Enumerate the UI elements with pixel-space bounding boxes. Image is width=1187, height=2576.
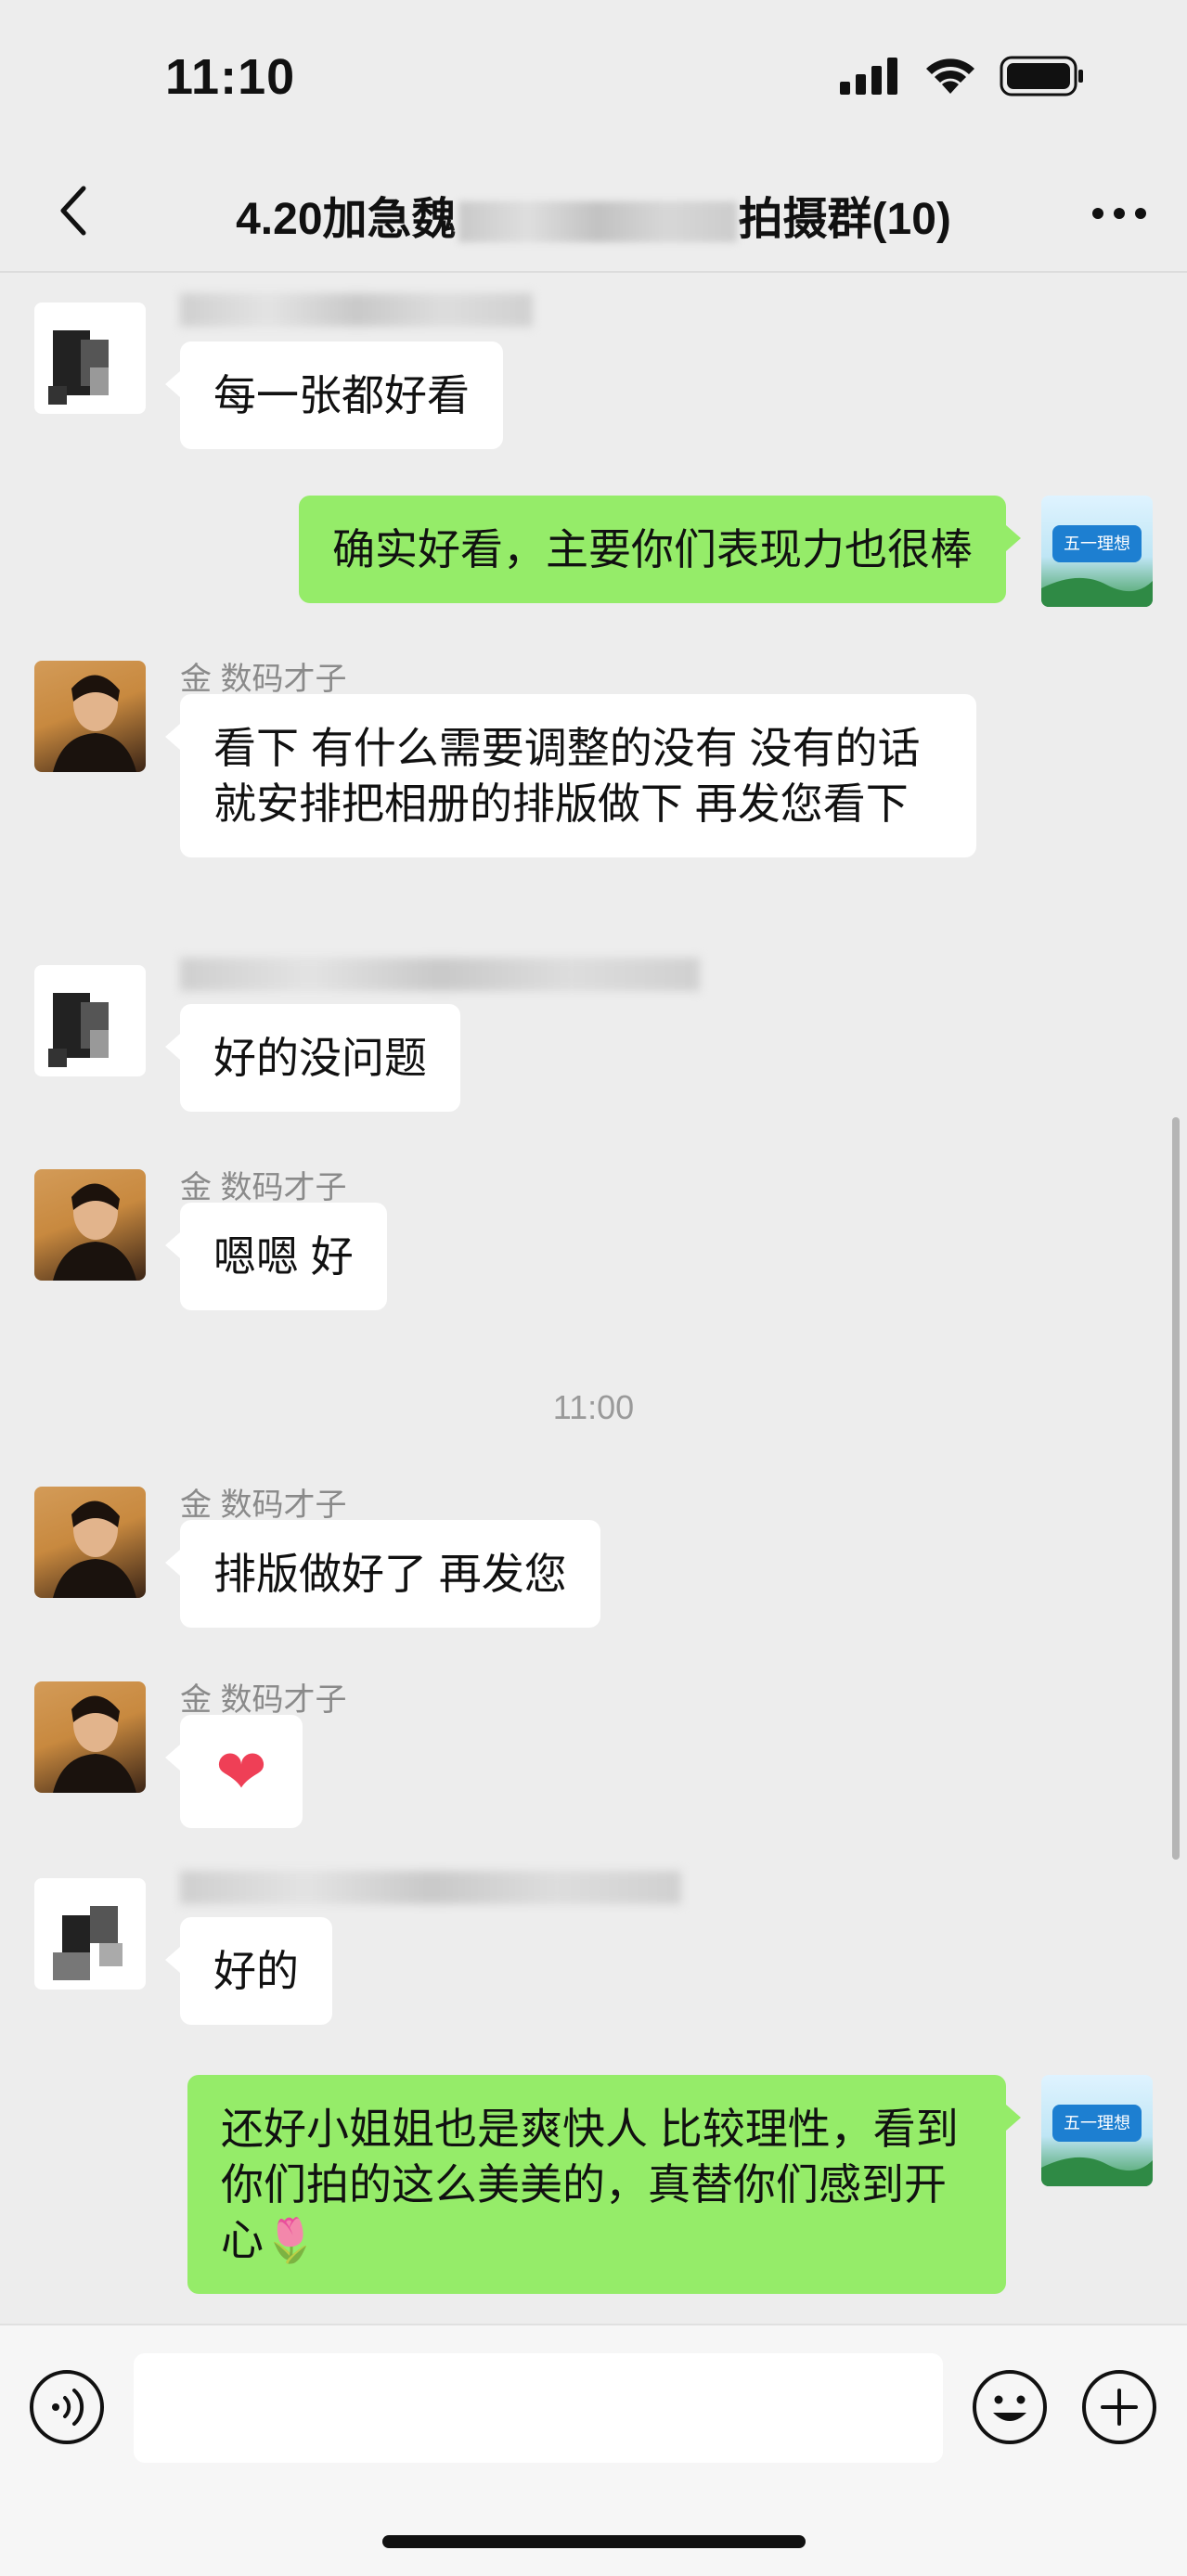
message-bubble[interactable]: 排版做好了 再发您: [165, 1520, 600, 1628]
back-button[interactable]: [41, 178, 106, 243]
redacted-sender-name: [180, 958, 700, 991]
avatar[interactable]: [34, 303, 146, 414]
chat-title-suffix: 拍摄群(10): [738, 195, 951, 244]
chat-title: 4.20加急魏 拍摄群(10): [139, 182, 1048, 247]
avatar[interactable]: [34, 1878, 146, 1990]
chat-title-prefix: 4.20加急魏: [236, 195, 457, 244]
status-bar: 11:10: [0, 0, 1187, 158]
message-bubble[interactable]: 看下 有什么需要调整的没有 没有的话就安排把相册的排版做下 再发您看下: [165, 694, 976, 857]
scrollbar[interactable]: [1172, 1117, 1180, 1860]
voice-button[interactable]: [28, 2368, 106, 2446]
more-button[interactable]: [1087, 186, 1152, 241]
avatar[interactable]: [34, 1681, 146, 1793]
message-bubble[interactable]: 每一张都好看: [165, 341, 503, 449]
emoji-button[interactable]: [971, 2368, 1049, 2446]
plus-icon: [1082, 2370, 1156, 2444]
heart-emoji: ❤: [215, 1737, 267, 1806]
signal-icon: [840, 58, 897, 95]
back-icon: [60, 186, 86, 236]
message-input[interactable]: [134, 2353, 943, 2463]
avatar[interactable]: [34, 1487, 146, 1598]
voice-icon: [30, 2370, 104, 2444]
more-icon: [1092, 208, 1146, 219]
avatar[interactable]: [34, 965, 146, 1076]
avatar[interactable]: 五一理想: [1041, 2075, 1153, 2186]
redacted-sender-name: [180, 293, 533, 327]
plus-button[interactable]: [1080, 2368, 1158, 2446]
chat-area[interactable]: 每一张都好看 五一理想 确实好看，主要你们表现力也很棒 金 数码才子 看下 有什…: [0, 273, 1187, 2324]
home-indicator[interactable]: [382, 2535, 806, 2548]
logo-text: 五一理想: [1064, 2114, 1130, 2133]
battery-icon: [1000, 56, 1083, 97]
status-time: 11:10: [165, 49, 296, 105]
avatar[interactable]: [34, 661, 146, 772]
emoji-icon: [973, 2370, 1047, 2444]
avatar[interactable]: [34, 1169, 146, 1281]
redacted-sender-name: [180, 1871, 681, 1904]
message-bubble[interactable]: 还好小姐姐也是爽快人 比较理性，看到你们拍的这么美美的，真替你们感到开心🌷: [187, 2075, 1021, 2294]
message-bubble[interactable]: 好的没问题: [165, 1004, 460, 1112]
nav-bar: 4.20加急魏 拍摄群(10): [0, 158, 1187, 273]
sender-name: 金 数码才子: [180, 1488, 347, 1523]
sender-name: 金 数码才子: [180, 1682, 347, 1718]
message-bubble[interactable]: 嗯嗯 好: [165, 1203, 387, 1310]
logo-text: 五一理想: [1064, 535, 1130, 554]
wifi-icon: [926, 58, 974, 94]
message-bubble[interactable]: ❤: [165, 1715, 303, 1828]
message-bubble[interactable]: 好的: [165, 1917, 332, 2025]
message-bubble[interactable]: 确实好看，主要你们表现力也很棒: [299, 496, 1021, 603]
sender-name: 金 数码才子: [180, 662, 347, 697]
sender-name: 金 数码才子: [180, 1170, 347, 1205]
chat-timestamp: 11:00: [552, 1388, 635, 1426]
status-icons: [840, 56, 1085, 97]
redacted-title-segment: [458, 201, 737, 243]
avatar[interactable]: 五一理想: [1041, 496, 1153, 607]
